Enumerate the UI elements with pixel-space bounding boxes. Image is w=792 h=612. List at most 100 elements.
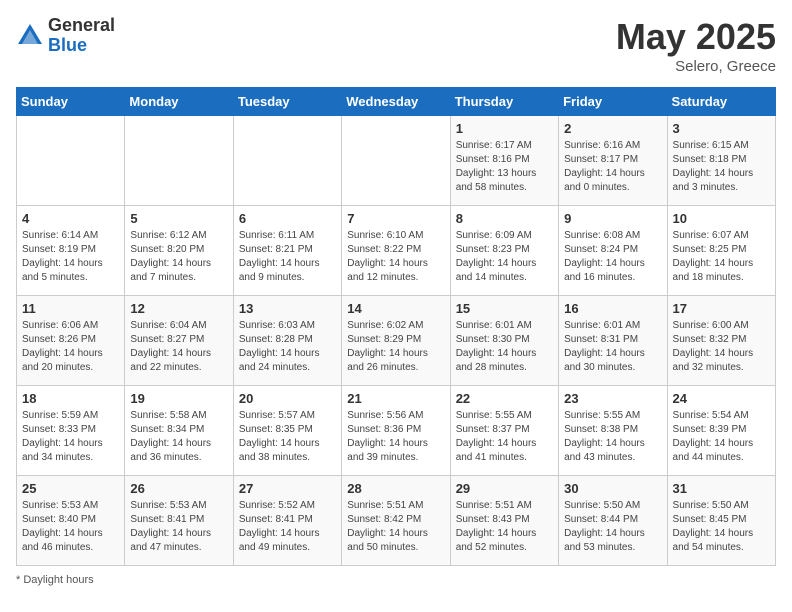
header-cell-wednesday: Wednesday [342,88,450,116]
day-cell: 16Sunrise: 6:01 AM Sunset: 8:31 PM Dayli… [559,296,667,386]
day-info: Sunrise: 6:11 AM Sunset: 8:21 PM Dayligh… [239,229,336,285]
day-number: 1 [456,121,553,136]
day-number: 13 [239,301,336,316]
day-cell: 10 Sunrise: 6:07 AM Sunset: 8:25 PM Dayli… [667,206,775,296]
day-cell: 12 Sunrise: 6:04 AM Sunset: 8:27 PM Dayli… [125,296,233,386]
day-cell: 8 Sunrise: 6:09 AM Sunset: 8:23 PM Daylig… [450,206,558,296]
day-number: 22 [456,391,553,406]
day-number: 15 [456,301,553,316]
week-row-5: 25Sunrise: 5:53 AM Sunset: 8:40 PM Dayli… [17,476,776,566]
day-cell: 31Sunrise: 5:50 AM Sunset: 8:45 PM Dayli… [667,476,775,566]
day-info: Sunrise: 6:00 AM Sunset: 8:32 PM Dayligh… [673,319,770,375]
day-number: 17 [673,301,770,316]
day-info: Sunrise: 6:04 AM Sunset: 8:27 PM Dayligh… [130,319,227,375]
day-number: 5 [130,211,227,226]
day-number: 3 [673,121,770,136]
page-header: General Blue May 2025 Selero, Greece [16,16,776,75]
day-info: Sunrise: 6:02 AM Sunset: 8:29 PM Dayligh… [347,319,444,375]
day-number: 20 [239,391,336,406]
day-number: 31 [673,481,770,496]
day-number: 18 [22,391,119,406]
header-cell-monday: Monday [125,88,233,116]
day-number: 4 [22,211,119,226]
day-number: 12 [130,301,227,316]
day-info: Sunrise: 5:53 AM Sunset: 8:41 PM Dayligh… [130,499,227,555]
day-info: Sunrise: 6:17 AM Sunset: 8:16 PM Dayligh… [456,139,553,195]
day-info: Sunrise: 5:52 AM Sunset: 8:41 PM Dayligh… [239,499,336,555]
day-number: 27 [239,481,336,496]
day-info: Sunrise: 6:15 AM Sunset: 8:18 PM Dayligh… [673,139,770,195]
day-info: Sunrise: 6:07 AM Sunset: 8:25 PM Dayligh… [673,229,770,285]
day-cell: 1 Sunrise: 6:17 AM Sunset: 8:16 PM Daylig… [450,116,558,206]
day-cell: 21Sunrise: 5:56 AM Sunset: 8:36 PM Dayli… [342,386,450,476]
day-cell: 3 Sunrise: 6:15 AM Sunset: 8:18 PM Daylig… [667,116,775,206]
day-info: Sunrise: 5:57 AM Sunset: 8:35 PM Dayligh… [239,409,336,465]
day-cell: 9 Sunrise: 6:08 AM Sunset: 8:24 PM Daylig… [559,206,667,296]
week-row-1: 1 Sunrise: 6:17 AM Sunset: 8:16 PM Daylig… [17,116,776,206]
day-info: Sunrise: 6:01 AM Sunset: 8:30 PM Dayligh… [456,319,553,375]
day-cell [125,116,233,206]
day-number: 19 [130,391,227,406]
title-block: May 2025 Selero, Greece [616,16,776,75]
day-number: 26 [130,481,227,496]
day-number: 14 [347,301,444,316]
day-cell: 23Sunrise: 5:55 AM Sunset: 8:38 PM Dayli… [559,386,667,476]
day-cell: 22 Sunrise: 5:55 AM Sunset: 8:37 PM Dayli… [450,386,558,476]
logo-blue-text: Blue [48,36,115,56]
day-cell: 4Sunrise: 6:14 AM Sunset: 8:19 PM Daylig… [17,206,125,296]
day-number: 30 [564,481,661,496]
day-cell: 29 Sunrise: 5:51 AM Sunset: 8:43 PM Dayli… [450,476,558,566]
day-cell [342,116,450,206]
day-number: 9 [564,211,661,226]
day-number: 25 [22,481,119,496]
day-cell: 24Sunrise: 5:54 AM Sunset: 8:39 PM Dayli… [667,386,775,476]
header-cell-friday: Friday [559,88,667,116]
header-cell-thursday: Thursday [450,88,558,116]
day-number: 24 [673,391,770,406]
day-info: Sunrise: 5:56 AM Sunset: 8:36 PM Dayligh… [347,409,444,465]
header-cell-saturday: Saturday [667,88,775,116]
day-cell: 27 Sunrise: 5:52 AM Sunset: 8:41 PM Dayli… [233,476,341,566]
day-info: Sunrise: 6:12 AM Sunset: 8:20 PM Dayligh… [130,229,227,285]
logo: General Blue [16,16,115,56]
week-row-3: 11 Sunrise: 6:06 AM Sunset: 8:26 PM Dayli… [17,296,776,386]
day-number: 28 [347,481,444,496]
day-info: Sunrise: 5:51 AM Sunset: 8:42 PM Dayligh… [347,499,444,555]
footer-note: * Daylight hours [16,574,776,586]
day-number: 7 [347,211,444,226]
day-cell: 13Sunrise: 6:03 AM Sunset: 8:28 PM Dayli… [233,296,341,386]
week-row-4: 18Sunrise: 5:59 AM Sunset: 8:33 PM Dayli… [17,386,776,476]
day-cell: 18Sunrise: 5:59 AM Sunset: 8:33 PM Dayli… [17,386,125,476]
day-number: 23 [564,391,661,406]
day-info: Sunrise: 6:09 AM Sunset: 8:23 PM Dayligh… [456,229,553,285]
day-number: 8 [456,211,553,226]
day-cell: 5 Sunrise: 6:12 AM Sunset: 8:20 PM Daylig… [125,206,233,296]
day-info: Sunrise: 6:06 AM Sunset: 8:26 PM Dayligh… [22,319,119,375]
day-cell: 26 Sunrise: 5:53 AM Sunset: 8:41 PM Dayli… [125,476,233,566]
day-info: Sunrise: 5:50 AM Sunset: 8:44 PM Dayligh… [564,499,661,555]
day-info: Sunrise: 5:58 AM Sunset: 8:34 PM Dayligh… [130,409,227,465]
day-cell [17,116,125,206]
day-cell: 11 Sunrise: 6:06 AM Sunset: 8:26 PM Dayli… [17,296,125,386]
day-cell: 7 Sunrise: 6:10 AM Sunset: 8:22 PM Daylig… [342,206,450,296]
day-number: 11 [22,301,119,316]
day-number: 2 [564,121,661,136]
day-cell: 6 Sunrise: 6:11 AM Sunset: 8:21 PM Daylig… [233,206,341,296]
day-info: Sunrise: 6:10 AM Sunset: 8:22 PM Dayligh… [347,229,444,285]
day-cell: 19 Sunrise: 5:58 AM Sunset: 8:34 PM Dayli… [125,386,233,476]
day-info: Sunrise: 5:55 AM Sunset: 8:37 PM Dayligh… [456,409,553,465]
logo-text: General Blue [48,16,115,56]
day-number: 16 [564,301,661,316]
day-cell: 2Sunrise: 6:16 AM Sunset: 8:17 PM Daylig… [559,116,667,206]
day-number: 10 [673,211,770,226]
logo-general-text: General [48,16,115,36]
day-cell: 17 Sunrise: 6:00 AM Sunset: 8:32 PM Dayli… [667,296,775,386]
day-cell: 30 Sunrise: 5:50 AM Sunset: 8:44 PM Dayli… [559,476,667,566]
calendar-table: SundayMondayTuesdayWednesdayThursdayFrid… [16,87,776,566]
day-number: 29 [456,481,553,496]
week-row-2: 4Sunrise: 6:14 AM Sunset: 8:19 PM Daylig… [17,206,776,296]
day-cell: 14 Sunrise: 6:02 AM Sunset: 8:29 PM Dayli… [342,296,450,386]
day-info: Sunrise: 5:51 AM Sunset: 8:43 PM Dayligh… [456,499,553,555]
day-number: 6 [239,211,336,226]
day-info: Sunrise: 6:08 AM Sunset: 8:24 PM Dayligh… [564,229,661,285]
